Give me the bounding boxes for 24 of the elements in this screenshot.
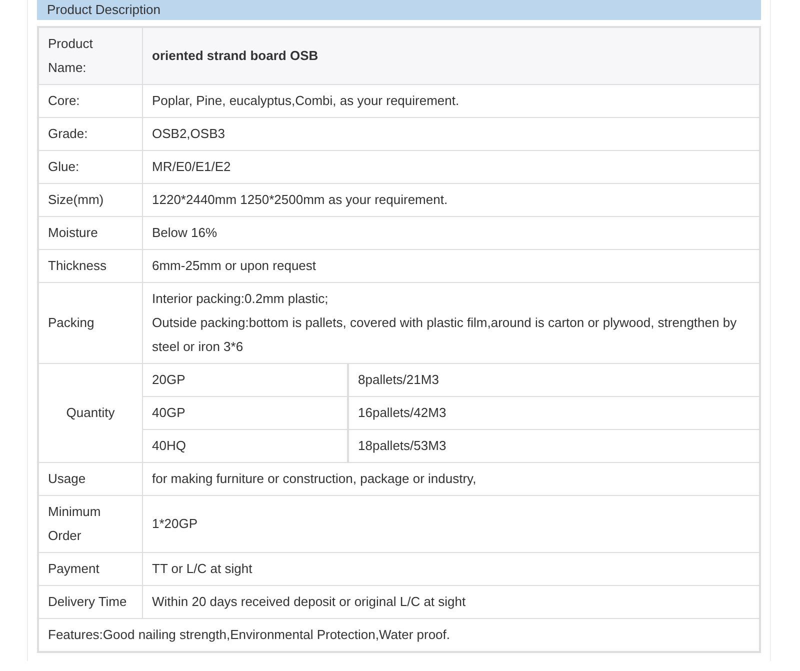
table-cell: 20GP <box>143 364 348 396</box>
row-label: Core: <box>38 84 142 118</box>
row-value-line: Outside packing:bottom is pallets, covered with plastic film,around is carton or plywood, strengthen by steel or iron 3*6 <box>152 314 738 356</box>
row-value: for making furniture or construction, package or industry, <box>142 462 760 496</box>
row-label: Product Name: <box>38 27 142 84</box>
row-label: Size(mm) <box>38 184 142 216</box>
table-cell: 18pallets/53M3 <box>348 430 759 462</box>
row-value-line: Interior packing:0.2mm plastic; <box>152 290 330 308</box>
table-cell: 16pallets/42M3 <box>348 396 759 430</box>
row-label: Payment <box>38 552 142 586</box>
section-header: Product Description <box>37 0 761 20</box>
row-label: Thickness <box>38 250 142 282</box>
row-label: Usage <box>38 462 142 496</box>
row-value: oriented strand board OSB <box>142 27 760 84</box>
table-cell: 8pallets/21M3 <box>348 364 759 396</box>
row-label: Moisture <box>38 216 142 250</box>
row-label: Minimum Order <box>38 496 142 552</box>
row-label: Quantity <box>38 364 142 462</box>
row-label: Glue: <box>38 150 142 184</box>
row-label: Grade: <box>38 118 142 150</box>
row-label: Packing <box>38 282 142 364</box>
table-cell: 40GP <box>143 396 348 430</box>
row-label: Delivery Time <box>38 586 142 618</box>
table-cell: 40HQ <box>143 430 348 462</box>
